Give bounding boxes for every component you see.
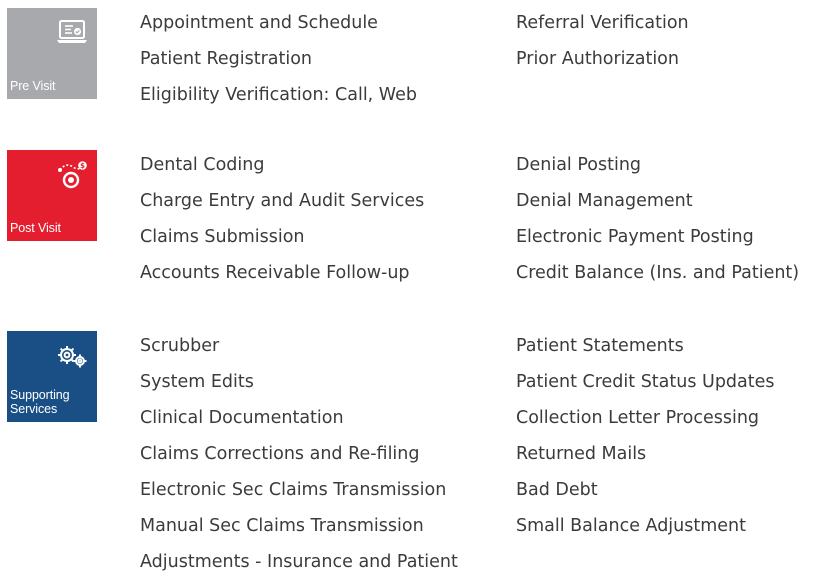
post-visit-services-left: Dental Coding Charge Entry and Audit Ser… [140, 154, 424, 298]
pre-visit-tile[interactable]: Pre Visit [7, 8, 97, 99]
list-item[interactable]: Accounts Receivable Follow-up [140, 262, 424, 298]
list-item[interactable]: Credit Balance (Ins. and Patient) [516, 262, 799, 298]
list-item[interactable]: Patient Credit Status Updates [516, 371, 775, 407]
list-item[interactable]: Small Balance Adjustment [516, 515, 775, 551]
pre-visit-services-right: Referral Verification Prior Authorizatio… [516, 12, 689, 84]
svg-text:$: $ [80, 162, 85, 170]
list-item[interactable]: Returned Mails [516, 443, 775, 479]
laptop-check-icon [56, 17, 88, 49]
list-item[interactable]: Referral Verification [516, 12, 689, 48]
list-item[interactable]: Claims Corrections and Re-filing [140, 443, 458, 479]
supporting-services-right: Patient Statements Patient Credit Status… [516, 335, 775, 551]
list-item[interactable]: Bad Debt [516, 479, 775, 515]
list-item[interactable]: Appointment and Schedule [140, 12, 417, 48]
list-item[interactable]: Prior Authorization [516, 48, 689, 84]
list-item[interactable]: Collection Letter Processing [516, 407, 775, 443]
dollar-route-target-icon: $ [56, 159, 88, 191]
list-item[interactable]: Denial Posting [516, 154, 799, 190]
tile-label: Post Visit [10, 221, 61, 235]
pre-visit-services-left: Appointment and Schedule Patient Registr… [140, 12, 417, 120]
list-item[interactable]: Electronic Payment Posting [516, 226, 799, 262]
gears-icon [56, 340, 88, 372]
list-item[interactable]: Patient Statements [516, 335, 775, 371]
list-item[interactable]: Patient Registration [140, 48, 417, 84]
post-visit-services-right: Denial Posting Denial Management Electro… [516, 154, 799, 298]
list-item[interactable]: Manual Sec Claims Transmission [140, 515, 458, 551]
list-item[interactable]: Claims Submission [140, 226, 424, 262]
post-visit-tile[interactable]: $ Post Visit [7, 150, 97, 241]
supporting-services-tile[interactable]: Supporting Services [7, 331, 97, 422]
tile-label: Supporting Services [10, 388, 70, 416]
list-item[interactable]: Eligibility Verification: Call, Web [140, 84, 417, 120]
list-item[interactable]: Denial Management [516, 190, 799, 226]
list-item[interactable]: Dental Coding [140, 154, 424, 190]
supporting-services-left: Scrubber System Edits Clinical Documenta… [140, 335, 458, 587]
list-item[interactable]: Charge Entry and Audit Services [140, 190, 424, 226]
list-item[interactable]: Clinical Documentation [140, 407, 458, 443]
list-item[interactable]: System Edits [140, 371, 458, 407]
list-item[interactable]: Adjustments - Insurance and Patient [140, 551, 458, 587]
tile-label: Pre Visit [10, 79, 56, 93]
list-item[interactable]: Scrubber [140, 335, 458, 371]
list-item[interactable]: Electronic Sec Claims Transmission [140, 479, 458, 515]
